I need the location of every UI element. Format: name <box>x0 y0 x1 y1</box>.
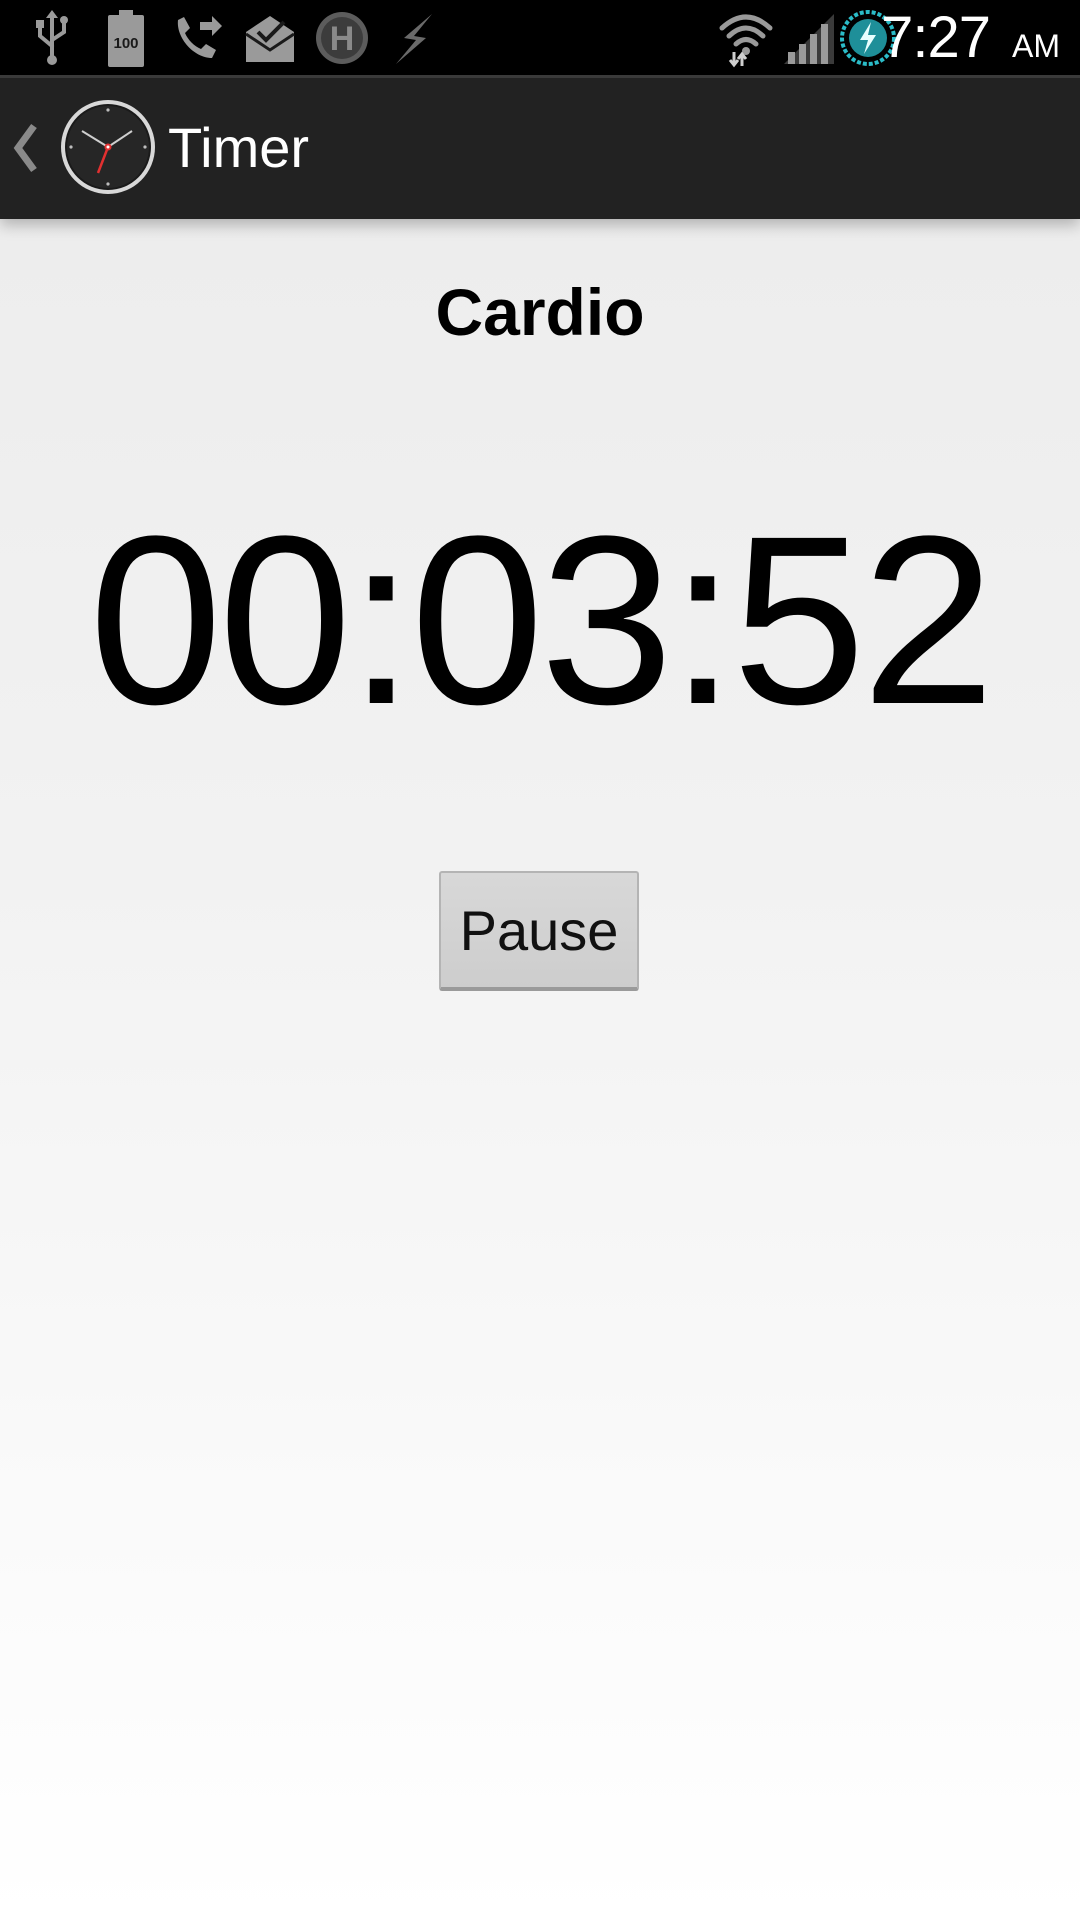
flash-icon <box>384 8 444 68</box>
workout-name: Cardio <box>435 275 645 349</box>
h-icon: H <box>312 8 372 68</box>
page-title: Timer <box>168 116 310 179</box>
status-time: 7:27 <box>881 5 991 70</box>
signal-icon <box>780 8 840 68</box>
action-bar: Timer <box>0 75 1080 219</box>
usb-icon <box>22 8 82 68</box>
battery-icon: 100 <box>96 8 156 68</box>
status-bar: 100 H 7:27 AM <box>0 0 1080 75</box>
mail-icon <box>240 8 300 68</box>
svg-text:H: H <box>330 20 355 58</box>
clock-app-icon <box>58 97 158 197</box>
up-navigation-button[interactable]: Timer <box>0 78 330 219</box>
wifi-icon <box>716 8 776 68</box>
pause-button[interactable]: Pause <box>439 871 639 991</box>
back-caret-icon <box>10 120 40 176</box>
battery-level-label: 100 <box>113 35 138 52</box>
timer-display: 00:03:52 <box>88 486 995 754</box>
call-forward-icon <box>168 8 228 68</box>
status-ampm: AM <box>1012 28 1060 64</box>
